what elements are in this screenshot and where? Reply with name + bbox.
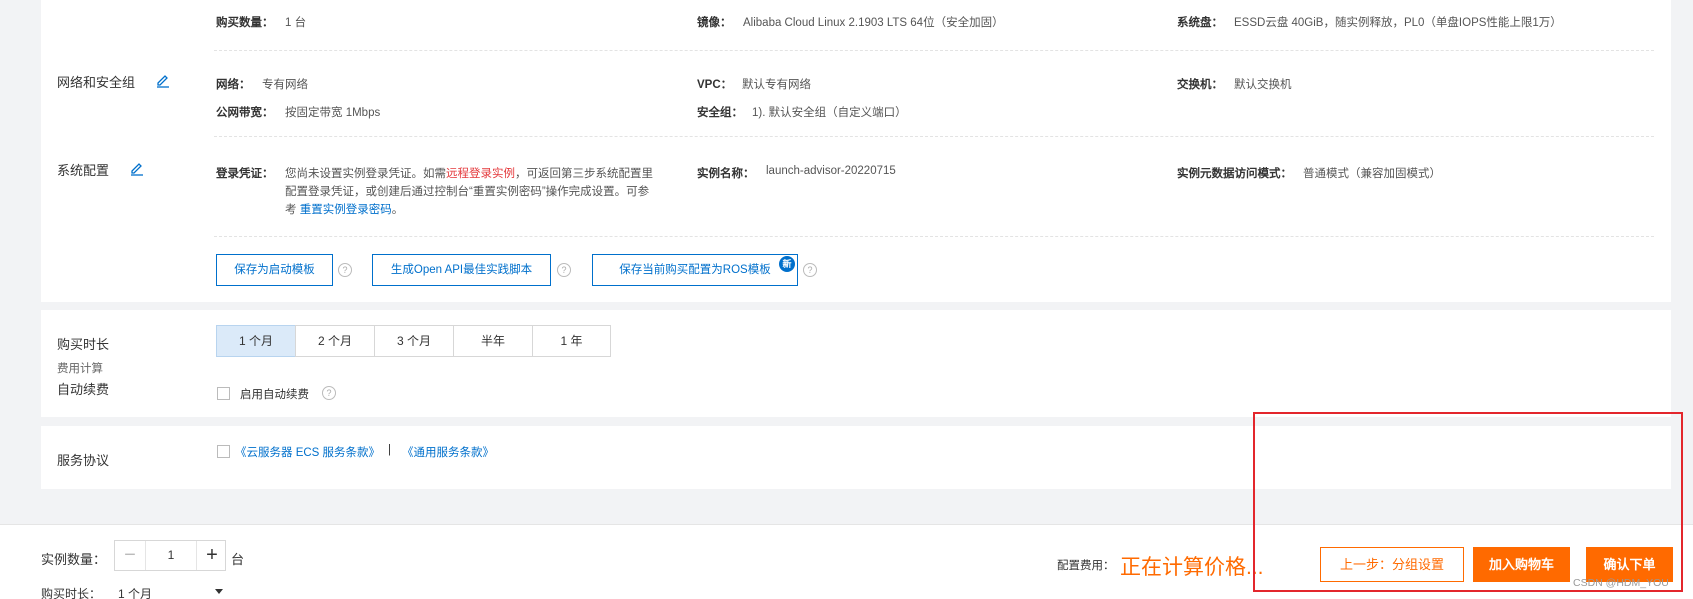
login-credential-text: 您尚未设置实例登录凭证。如需远程登录实例，可返回第三步系统配置里 配置登录凭证，… <box>285 165 653 219</box>
metadata-key: 实例元数据访问模式： <box>1177 168 1292 180</box>
network-section-title: 网络和安全组 <box>57 75 136 90</box>
chevron-down-icon[interactable] <box>215 589 223 594</box>
net-value: 专有网络 <box>262 79 308 91</box>
help-icon[interactable]: ? <box>803 263 817 277</box>
divider <box>214 236 1654 237</box>
login-text: 。 <box>391 204 404 216</box>
duration-option-2m[interactable]: 2 个月 <box>295 325 375 357</box>
bandwidth-value: 按固定带宽 1Mbps <box>285 107 381 119</box>
watermark: CSDN @HDM_YOU <box>1573 577 1669 589</box>
add-to-cart-button[interactable]: 加入购物车 <box>1473 547 1570 582</box>
config-summary-panel: 购买数量： 1 台 镜像： Alibaba Cloud Linux 2.1903… <box>41 0 1671 302</box>
qty-value: 1 台 <box>285 17 307 29</box>
duration-title: 购买时长 <box>57 337 110 352</box>
generate-openapi-button[interactable]: 生成Open API最佳实践脚本 <box>372 254 551 286</box>
help-icon[interactable]: ? <box>322 386 336 400</box>
duration-option-1m[interactable]: 1 个月 <box>216 325 296 357</box>
duration-option-3m[interactable]: 3 个月 <box>374 325 454 357</box>
login-text: ，可返回第三步系统配置里 <box>515 168 653 180</box>
security-group-key: 安全组： <box>697 107 743 119</box>
divider <box>214 136 1654 137</box>
auto-renew-label: 启用自动续费 <box>240 389 309 401</box>
general-terms-link[interactable]: 《通用服务条款》 <box>402 444 494 460</box>
prev-step-button[interactable]: 上一步：分组设置 <box>1320 547 1464 582</box>
auto-renew-checkbox[interactable] <box>217 387 230 400</box>
system-section-title: 系统配置 <box>57 163 110 178</box>
edit-network-icon[interactable] <box>155 72 171 88</box>
duration-panel: 购买时长 费用计算 自动续费 1 个月 2 个月 3 个月 半年 1 年 启用自… <box>41 310 1671 417</box>
switch-value: 默认交换机 <box>1234 79 1292 91</box>
ecs-terms-link[interactable]: 《云服务器 ECS 服务条款》 <box>235 444 380 460</box>
vpc-value: 默认专有网络 <box>742 79 811 91</box>
save-launch-template-button[interactable]: 保存为启动模板 <box>216 254 333 286</box>
fee-calc-label: 费用计算 <box>57 363 103 375</box>
duration-option-1y[interactable]: 1 年 <box>532 325 611 357</box>
reset-password-link[interactable]: 重置实例登录密码 <box>300 204 392 216</box>
security-group-value: 1). 默认安全组（自定义端口） <box>752 107 907 119</box>
decrement-button[interactable]: − <box>115 541 145 570</box>
auto-renew-title: 自动续费 <box>57 382 110 397</box>
metadata-value: 普通模式（兼容加固模式） <box>1303 168 1441 180</box>
instance-name-key: 实例名称： <box>697 168 755 180</box>
instance-qty-stepper: − 1 + <box>114 540 226 571</box>
bandwidth-key: 公网带宽： <box>216 107 274 119</box>
duration-summary-label: 购买时长： <box>41 587 102 599</box>
vpc-key: VPC： <box>697 79 733 91</box>
net-key: 网络： <box>216 79 251 91</box>
divider <box>214 50 1654 51</box>
login-text: 配置登录凭证，或创建后通过控制台“重置实例密码”操作完成设置。可参 <box>285 186 650 198</box>
instance-qty-input[interactable]: 1 <box>145 541 197 570</box>
login-key: 登录凭证： <box>216 168 274 180</box>
config-fee-label: 配置费用： <box>1057 560 1115 572</box>
new-badge: 新 <box>779 256 795 272</box>
save-ros-template-button[interactable]: 保存当前购买配置为ROS模板 <box>592 254 798 286</box>
login-text: 您尚未设置实例登录凭证。如需 <box>285 168 446 180</box>
duration-option-half-year[interactable]: 半年 <box>453 325 533 357</box>
instance-qty-label: 实例数量： <box>41 552 107 567</box>
switch-key: 交换机： <box>1177 79 1223 91</box>
service-title: 服务协议 <box>57 453 110 468</box>
disk-key: 系统盘： <box>1177 17 1223 29</box>
increment-button[interactable]: + <box>197 541 227 570</box>
duration-summary-value: 1 个月 <box>118 587 153 599</box>
config-fee-value: 正在计算价格... <box>1120 556 1264 579</box>
image-key: 镜像： <box>697 17 732 29</box>
qty-unit: 台 <box>231 552 245 567</box>
link-separator: | <box>388 444 391 456</box>
bottom-action-bar: 实例数量： − 1 + 台 购买时长： 1 个月 配置费用： 正在计算价格...… <box>0 524 1693 599</box>
help-icon[interactable]: ? <box>557 263 571 277</box>
instance-name-value: launch-advisor-20220715 <box>766 165 896 177</box>
remote-login-link[interactable]: 远程登录实例 <box>446 168 515 180</box>
login-text: 考 <box>285 204 300 216</box>
qty-key: 购买数量： <box>216 17 274 29</box>
service-agreement-panel: 服务协议 《云服务器 ECS 服务条款》 | 《通用服务条款》 <box>41 426 1671 489</box>
image-value: Alibaba Cloud Linux 2.1903 LTS 64位（安全加固） <box>743 17 1004 29</box>
edit-system-icon[interactable] <box>129 160 145 176</box>
disk-value: ESSD云盘 40GiB，随实例释放，PL0（单盘IOPS性能上限1万） <box>1234 17 1562 29</box>
help-icon[interactable]: ? <box>338 263 352 277</box>
agreement-checkbox[interactable] <box>217 445 230 458</box>
